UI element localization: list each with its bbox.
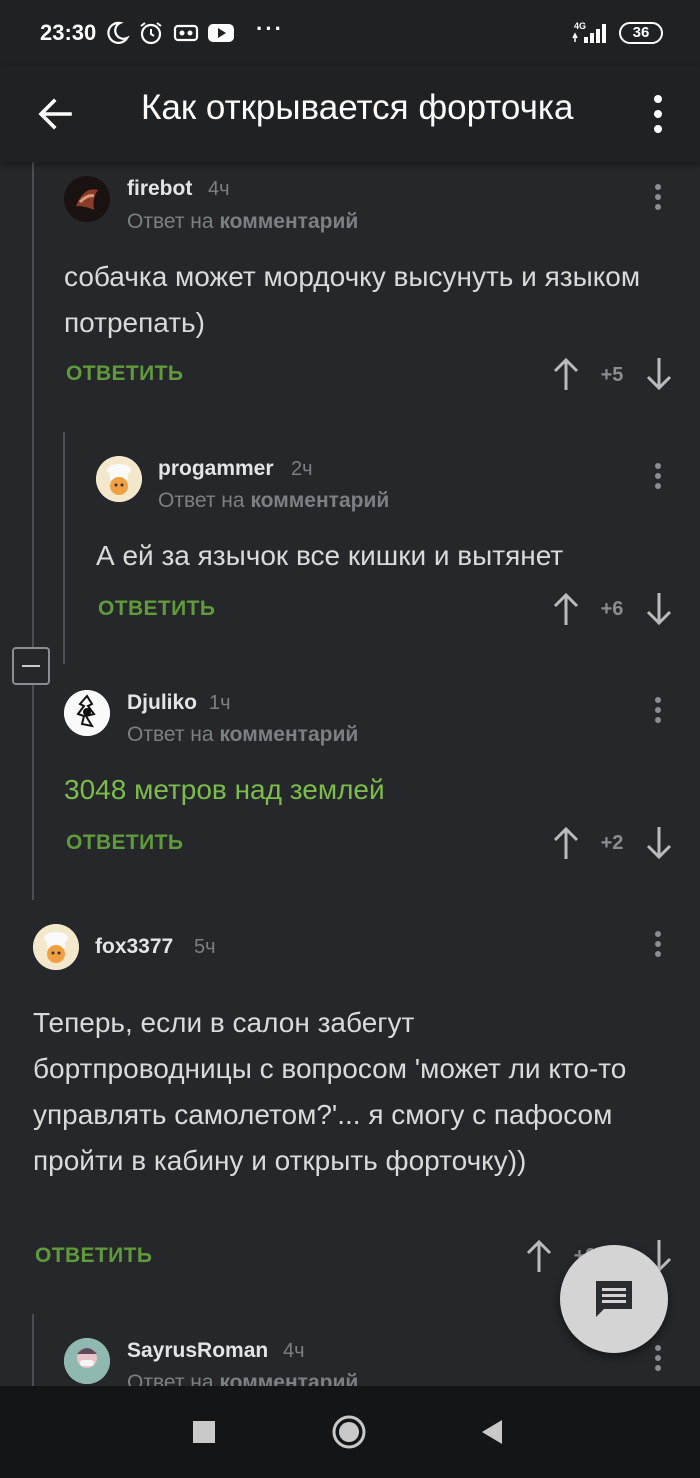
avatar-image bbox=[64, 176, 110, 222]
battery-icon: 36 bbox=[619, 22, 663, 44]
avatar-image bbox=[64, 1338, 110, 1384]
reply-target-link[interactable]: комментарий bbox=[250, 489, 389, 512]
battery-level: 36 bbox=[632, 24, 650, 41]
avatar-image bbox=[33, 924, 79, 970]
comment-menu-button[interactable] bbox=[648, 927, 668, 963]
page-title: Как открывается форточка bbox=[141, 88, 574, 127]
reply-to-label: Ответ на комментарий bbox=[127, 210, 358, 234]
comment-text: А ей за язычок все кишки и вытянет bbox=[96, 540, 564, 571]
upvote-icon[interactable] bbox=[551, 591, 581, 627]
reply-target-link[interactable]: комментарий bbox=[219, 210, 358, 233]
reply-prefix: Ответ на bbox=[127, 210, 214, 233]
reply-prefix: Ответ на bbox=[127, 723, 214, 746]
status-time: 23:30 bbox=[40, 20, 97, 45]
comment-time: 4ч bbox=[208, 178, 230, 200]
avatar-image bbox=[64, 690, 110, 736]
status-bar: 23:30 ··· 4G 36 bbox=[0, 0, 700, 66]
comment-menu-button[interactable] bbox=[648, 459, 668, 495]
username[interactable]: fox3377 bbox=[95, 935, 173, 959]
more-vertical-icon bbox=[655, 463, 661, 489]
vote-score: +6 bbox=[600, 598, 624, 620]
avatar[interactable] bbox=[33, 924, 79, 970]
alarm-icon bbox=[140, 22, 162, 45]
comment-text: 3048 метров над землей bbox=[64, 774, 385, 805]
home-button[interactable] bbox=[331, 1414, 367, 1450]
comment-time: 4ч bbox=[283, 1340, 305, 1362]
comment-text: собачка может мордочку высунуть и языком… bbox=[64, 261, 641, 338]
screen: 23:30 ··· 4G 36 Как открывается форточка… bbox=[0, 0, 700, 1478]
write-comment-button[interactable] bbox=[560, 1245, 668, 1353]
downvote-icon[interactable] bbox=[644, 356, 674, 392]
back-button[interactable] bbox=[28, 86, 84, 142]
more-vertical-icon bbox=[655, 931, 661, 957]
reply-button[interactable]: ОТВЕТИТЬ bbox=[66, 362, 183, 386]
username[interactable]: SayrusRoman bbox=[127, 1339, 268, 1363]
comment-time: 2ч bbox=[291, 458, 313, 480]
reply-button[interactable]: ОТВЕТИТЬ bbox=[98, 597, 215, 621]
vote-score: +2 bbox=[600, 832, 624, 854]
comment-menu-button[interactable] bbox=[648, 180, 668, 216]
avatar[interactable] bbox=[64, 176, 110, 222]
username[interactable]: firebot bbox=[127, 177, 192, 201]
moon-icon bbox=[107, 21, 130, 44]
avatar[interactable] bbox=[96, 456, 142, 502]
vr-icon bbox=[173, 24, 199, 42]
reply-target-link[interactable]: комментарий bbox=[219, 723, 358, 746]
comment-time: 5ч bbox=[194, 936, 216, 958]
vote-score: +5 bbox=[600, 364, 624, 386]
username[interactable]: progammer bbox=[158, 457, 274, 481]
thread-line bbox=[32, 162, 34, 900]
more-vertical-icon bbox=[655, 184, 661, 210]
comment-time: 1ч bbox=[209, 692, 231, 714]
overflow-menu-button[interactable] bbox=[638, 88, 678, 140]
downvote-icon[interactable] bbox=[644, 591, 674, 627]
collapse-thread-button[interactable] bbox=[12, 647, 50, 685]
recents-button[interactable] bbox=[192, 1420, 216, 1444]
comment-menu-button[interactable] bbox=[648, 693, 668, 729]
upvote-icon[interactable] bbox=[551, 356, 581, 392]
more-vertical-icon bbox=[655, 697, 661, 723]
reply-to-label: Ответ на комментарий bbox=[158, 489, 389, 513]
thread-line-nested bbox=[63, 432, 65, 664]
arrow-left-icon bbox=[38, 98, 72, 130]
signal-icon bbox=[572, 24, 606, 43]
more-vertical-icon bbox=[654, 95, 662, 133]
upvote-icon[interactable] bbox=[551, 825, 581, 861]
reply-button[interactable]: ОТВЕТИТЬ bbox=[35, 1244, 152, 1268]
comment-text: Теперь, если в салон забегут бортпроводн… bbox=[33, 1007, 627, 1176]
reply-to-label: Ответ на комментарий bbox=[127, 723, 358, 747]
avatar-image bbox=[96, 456, 142, 502]
reply-prefix: Ответ на bbox=[158, 489, 245, 512]
more-notifications-icon: ··· bbox=[256, 16, 284, 41]
comment-icon bbox=[596, 1281, 632, 1317]
system-navigation-bar bbox=[0, 1386, 700, 1478]
thread-line bbox=[32, 1314, 34, 1386]
downvote-icon[interactable] bbox=[644, 825, 674, 861]
youtube-icon bbox=[208, 24, 234, 42]
upvote-icon[interactable] bbox=[524, 1238, 554, 1274]
app-bar: Как открывается форточка bbox=[0, 66, 700, 162]
avatar[interactable] bbox=[64, 1338, 110, 1384]
avatar[interactable] bbox=[64, 690, 110, 736]
reply-button[interactable]: ОТВЕТИТЬ bbox=[66, 831, 183, 855]
username[interactable]: Djuliko bbox=[127, 691, 197, 715]
back-nav-button[interactable] bbox=[480, 1419, 504, 1445]
